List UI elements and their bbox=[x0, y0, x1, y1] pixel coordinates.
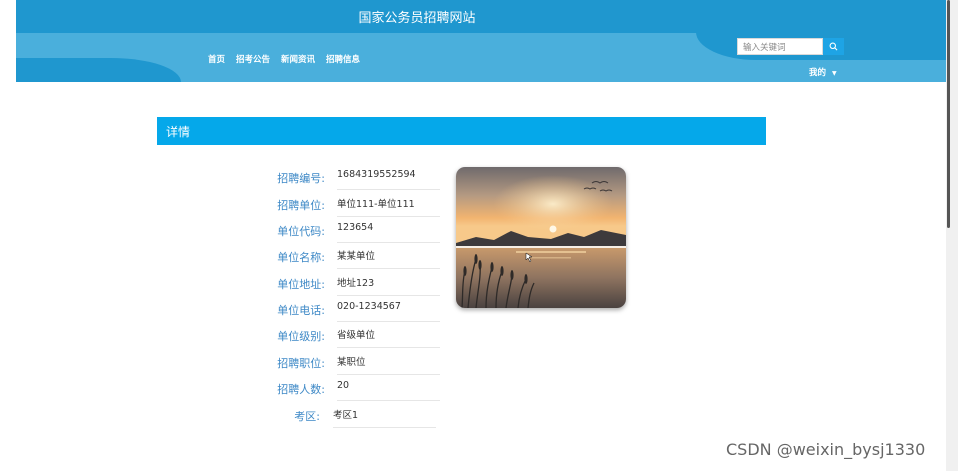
detail-value-unit-name: 某某单位 bbox=[337, 243, 440, 269]
panel-title: 详情 bbox=[157, 117, 766, 145]
detail-value-exam-area: 考区1 bbox=[333, 402, 436, 428]
detail-label: 招聘编号: bbox=[277, 172, 325, 185]
detail-value-level: 省级单位 bbox=[337, 322, 440, 348]
detail-row-headcount: 招聘人数: bbox=[205, 375, 325, 401]
detail-row-level: 单位级别: bbox=[205, 322, 325, 348]
caret-down-icon: ▼ bbox=[832, 70, 837, 77]
detail-row-unit-code: 单位代码: bbox=[205, 217, 325, 243]
detail-label: 招聘单位: bbox=[277, 199, 325, 212]
detail-value-address: 地址123 bbox=[337, 270, 440, 296]
nav-item-recruitment[interactable]: 招聘信息 bbox=[326, 53, 360, 65]
detail-value-id: 1684319552594 bbox=[337, 164, 440, 190]
nav-item-announcements[interactable]: 招考公告 bbox=[236, 53, 270, 65]
detail-row-unit: 招聘单位: bbox=[205, 191, 325, 217]
search-input[interactable]: 输入关键词 bbox=[737, 38, 823, 55]
detail-row-position: 招聘职位: bbox=[205, 349, 325, 375]
detail-value-unit: 单位111-单位111 bbox=[337, 191, 440, 217]
scrollbar-thumb[interactable] bbox=[947, 0, 950, 228]
detail-row-phone: 单位电话: bbox=[205, 296, 325, 322]
detail-label: 单位地址: bbox=[277, 278, 325, 291]
detail-row-exam-area: 考区: bbox=[200, 402, 320, 428]
search-button[interactable] bbox=[823, 38, 844, 55]
site-header: 国家公务员招聘网站 首页 招考公告 新闻资讯 招聘信息 输入关键词 我的 ▼ bbox=[16, 0, 946, 82]
search-icon bbox=[829, 42, 838, 51]
page: 国家公务员招聘网站 首页 招考公告 新闻资讯 招聘信息 输入关键词 我的 ▼ 详情… bbox=[0, 0, 958, 471]
user-menu-label: 我的 bbox=[809, 68, 827, 78]
detail-label: 单位名称: bbox=[277, 251, 325, 264]
sunset-lake-image bbox=[456, 167, 626, 308]
user-menu[interactable]: 我的 ▼ bbox=[809, 66, 837, 78]
main-nav: 首页 招考公告 新闻资讯 招聘信息 bbox=[208, 53, 371, 65]
detail-value-position: 某职位 bbox=[337, 349, 440, 375]
watermark: CSDN @weixin_bysj1330 bbox=[726, 440, 926, 459]
detail-value-unit-code: 123654 bbox=[337, 217, 440, 243]
detail-row-unit-name: 单位名称: bbox=[205, 243, 325, 269]
scrollbar[interactable] bbox=[946, 0, 958, 471]
detail-value-headcount: 20 bbox=[337, 375, 440, 401]
detail-label: 单位代码: bbox=[277, 225, 325, 238]
site-title: 国家公务员招聘网站 bbox=[358, 11, 476, 26]
nav-item-news[interactable]: 新闻资讯 bbox=[281, 53, 315, 65]
detail-label: 考区: bbox=[294, 410, 320, 423]
detail-label: 招聘人数: bbox=[277, 383, 325, 396]
detail-row-address: 单位地址: bbox=[205, 270, 325, 296]
detail-label: 单位级别: bbox=[277, 330, 325, 343]
detail-value-phone: 020-1234567 bbox=[337, 296, 440, 322]
detail-label: 招聘职位: bbox=[277, 357, 325, 370]
nav-item-home[interactable]: 首页 bbox=[208, 53, 225, 65]
detail-row-id: 招聘编号: bbox=[205, 164, 325, 190]
detail-label: 单位电话: bbox=[277, 304, 325, 317]
